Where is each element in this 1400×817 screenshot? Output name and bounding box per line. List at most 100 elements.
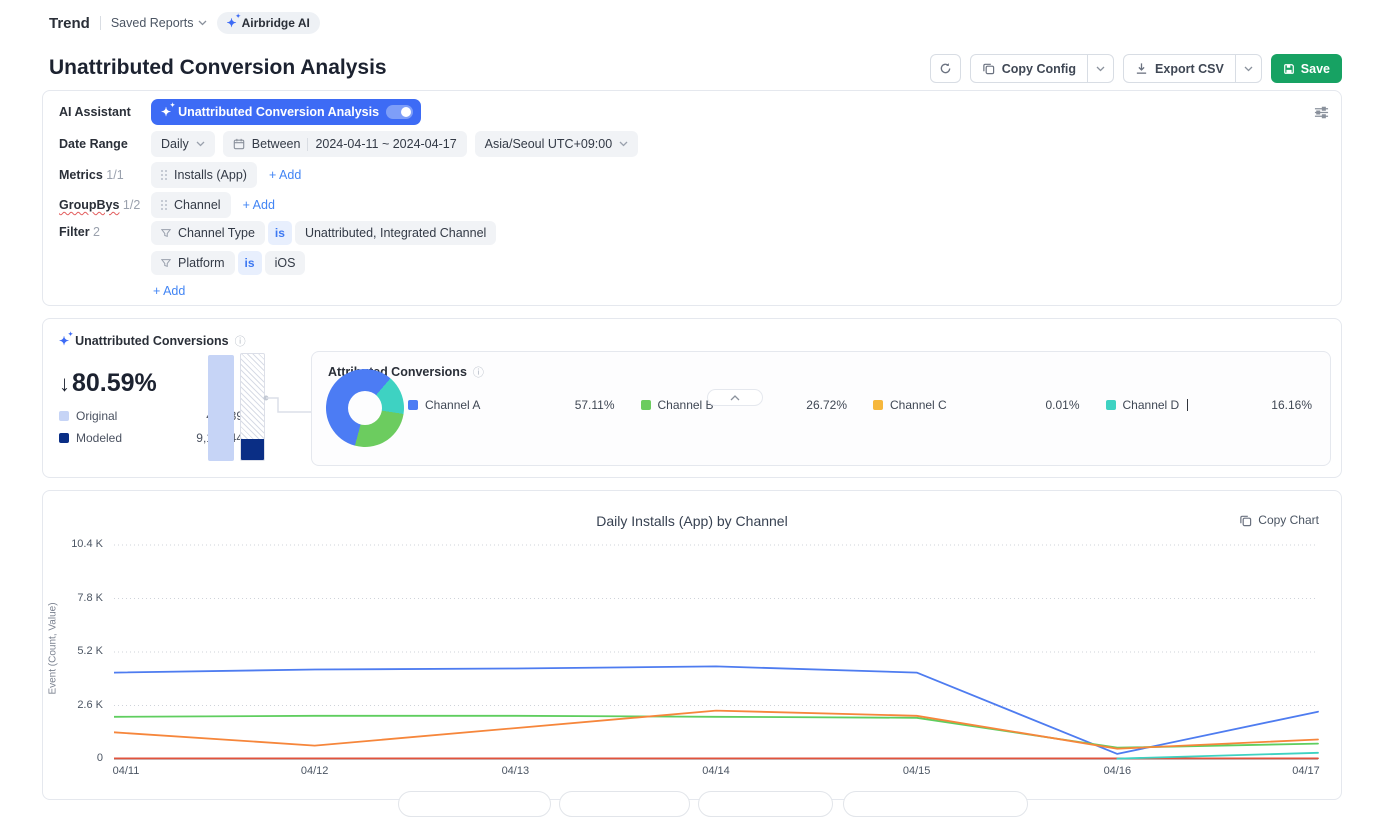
chart-legend-pill[interactable] — [398, 791, 551, 817]
groupbys-row: GroupBys 1/2 Channel + Add — [59, 192, 275, 218]
copy-chart-button[interactable]: Copy Chart — [1239, 513, 1319, 527]
conversion-summary-panel: ✦✦ Unattributed Conversions ⓘ ↓ 80.59% O… — [42, 318, 1342, 478]
add-filter-link[interactable]: + Add — [153, 284, 185, 298]
legend-item-channel-c[interactable]: Channel C 0.01% — [873, 398, 1080, 412]
chevron-down-icon — [1244, 66, 1253, 72]
text-cursor — [1187, 399, 1188, 411]
header-actions: Copy Config Export CSV Save — [930, 54, 1342, 83]
add-metric-link[interactable]: + Add — [269, 168, 301, 182]
filter-operator-chip[interactable]: is — [238, 251, 262, 275]
calendar-icon — [233, 138, 245, 150]
filter-count: 2 — [93, 225, 100, 239]
y-tick-label: 2.6 K — [51, 699, 103, 711]
x-tick-label: 04/12 — [285, 765, 345, 777]
save-button[interactable]: Save — [1271, 54, 1342, 83]
chart-legend-pill[interactable] — [843, 791, 1028, 817]
sparkle-icon: ✦✦ — [161, 106, 171, 118]
legend-item-channel-a[interactable]: Channel A 57.11% — [408, 398, 615, 412]
chart-legend-pill[interactable] — [559, 791, 690, 817]
original-swatch — [59, 411, 69, 421]
y-tick-label: 5.2 K — [51, 645, 103, 657]
ai-assistant-toggle[interactable] — [386, 105, 413, 119]
toggle-knob — [401, 107, 411, 117]
x-tick-label: 04/16 — [1087, 765, 1147, 777]
filter-field-chip[interactable]: Channel Type — [151, 221, 265, 245]
filter-value-chip[interactable]: iOS — [265, 251, 306, 275]
line-chart[interactable] — [114, 540, 1326, 772]
filter-field-chip[interactable]: Platform — [151, 251, 235, 275]
attributed-conversions-panel: Attributed Conversions ⓘ Channel A 57.11… — [311, 351, 1331, 466]
copy-icon — [982, 62, 995, 75]
refresh-button[interactable] — [930, 54, 961, 83]
filter-operator-chip[interactable]: is — [268, 221, 292, 245]
info-icon[interactable]: ⓘ — [473, 364, 484, 380]
info-icon[interactable]: ⓘ — [235, 333, 246, 349]
unattributed-delta: ↓ 80.59% — [59, 369, 157, 398]
drag-handle-icon[interactable] — [161, 200, 167, 210]
x-tick-label: 04/17 — [1276, 765, 1336, 777]
x-tick-label: 04/13 — [485, 765, 545, 777]
chevron-down-icon — [1096, 66, 1105, 72]
chart-title: Daily Installs (App) by Channel — [43, 513, 1341, 529]
export-csv-group: Export CSV — [1123, 54, 1262, 83]
modeled-bar — [241, 439, 264, 460]
copy-config-dropdown-button[interactable] — [1087, 54, 1114, 83]
sparkle-icon: ✦✦ — [227, 17, 237, 29]
chevron-down-icon — [619, 141, 628, 147]
report-type-title: Trend — [49, 15, 90, 32]
saved-reports-dropdown[interactable]: Saved Reports — [111, 16, 207, 30]
filter-condition[interactable]: Platform is iOS — [151, 251, 496, 275]
ai-assistant-pill[interactable]: ✦✦ Unattributed Conversion Analysis — [151, 99, 421, 125]
y-tick-label: 10.4 K — [51, 538, 103, 550]
unattributed-conversions-title: Unattributed Conversions — [75, 334, 229, 348]
download-icon — [1135, 62, 1148, 75]
ai-assistant-row: AI Assistant ✦✦ Unattributed Conversion … — [59, 99, 421, 125]
x-tick-label: 04/15 — [887, 765, 947, 777]
filter-icon — [161, 258, 171, 268]
y-tick-label: 7.8 K — [51, 592, 103, 604]
copy-config-button[interactable]: Copy Config — [970, 54, 1088, 83]
filter-icon — [161, 228, 171, 238]
ai-assistant-label: AI Assistant — [59, 105, 151, 119]
collapse-config-button[interactable] — [707, 389, 763, 406]
metric-chip[interactable]: Installs (App) — [151, 162, 257, 188]
arrow-down-icon: ↓ — [59, 371, 70, 397]
divider — [100, 16, 101, 30]
drag-handle-icon[interactable] — [161, 170, 167, 180]
y-tick-label: 0 — [51, 752, 103, 764]
add-groupby-link[interactable]: + Add — [243, 198, 275, 212]
modeled-swatch — [59, 433, 69, 443]
export-csv-button[interactable]: Export CSV — [1123, 54, 1236, 83]
chevron-down-icon — [198, 20, 207, 26]
x-tick-label: 04/11 — [96, 765, 156, 777]
date-range-picker[interactable]: Between 2024-04-11 ~ 2024-04-17 — [223, 131, 467, 157]
export-csv-dropdown-button[interactable] — [1235, 54, 1262, 83]
attributed-legend: Channel A 57.11% Channel B 26.72% Channe… — [408, 398, 1312, 412]
donut-hole — [348, 391, 382, 425]
airbridge-ai-badge[interactable]: ✦✦ Airbridge AI — [217, 12, 320, 34]
groupby-chip[interactable]: Channel — [151, 192, 231, 218]
legend-item-channel-d[interactable]: Channel D 16.16% — [1106, 398, 1313, 412]
sparkle-icon: ✦✦ — [59, 335, 69, 347]
copy-config-group: Copy Config — [970, 54, 1114, 83]
groupbys-count: 1/2 — [123, 198, 140, 212]
breadcrumb: Trend Saved Reports ✦✦ Airbridge AI — [49, 12, 320, 34]
filter-value-chip[interactable]: Unattributed, Integrated Channel — [295, 221, 496, 245]
metrics-row: Metrics 1/1 Installs (App) + Add — [59, 162, 301, 188]
sliders-icon[interactable] — [1314, 105, 1329, 120]
save-icon — [1283, 63, 1295, 75]
channel-b-swatch — [641, 400, 651, 410]
date-range-label: Date Range — [59, 137, 151, 151]
metrics-count: 1/1 — [106, 168, 123, 182]
chevron-down-icon — [196, 141, 205, 147]
metrics-label: Metrics — [59, 168, 103, 182]
granularity-select[interactable]: Daily — [151, 131, 215, 157]
divider — [307, 138, 308, 151]
trend-chart-panel: Daily Installs (App) by Channel Copy Cha… — [42, 490, 1342, 800]
filter-condition[interactable]: Channel Type is Unattributed, Integrated… — [151, 221, 496, 245]
refresh-icon — [939, 62, 952, 75]
copy-icon — [1239, 514, 1252, 527]
channel-d-swatch — [1106, 400, 1116, 410]
timezone-select[interactable]: Asia/Seoul UTC+09:00 — [475, 131, 639, 157]
chart-legend-pill[interactable] — [698, 791, 833, 817]
